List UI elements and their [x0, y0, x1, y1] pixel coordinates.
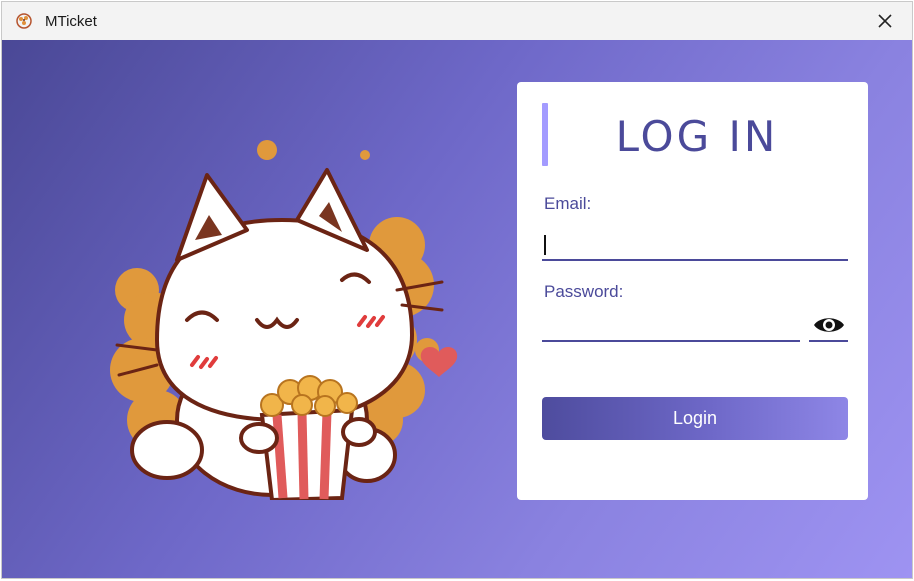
- title-accent-bar: [542, 103, 548, 166]
- cat-with-popcorn-illustration: [110, 140, 458, 500]
- text-caret: [544, 235, 546, 255]
- email-field[interactable]: [542, 227, 848, 261]
- heart-shape: [420, 347, 458, 377]
- password-label: Password:: [544, 282, 624, 301]
- login-title: LOG IN: [615, 112, 779, 161]
- popcorn-app-icon: [16, 13, 32, 29]
- app-window: MTicket LOG IN Email: Password: Login: [1, 1, 913, 579]
- window-title: MTicket: [45, 12, 97, 30]
- close-icon: [878, 14, 892, 28]
- login-card: LOG IN Email: Password: Login: [517, 82, 868, 500]
- close-button[interactable]: [872, 8, 898, 34]
- show-password-button[interactable]: [809, 310, 848, 342]
- login-button[interactable]: Login: [542, 397, 848, 440]
- eye-icon: [813, 318, 844, 332]
- title-bar: MTicket: [2, 2, 912, 40]
- main-area: LOG IN Email: Password: Login: [2, 40, 912, 578]
- password-field[interactable]: [542, 308, 800, 342]
- email-label: Email:: [544, 194, 592, 213]
